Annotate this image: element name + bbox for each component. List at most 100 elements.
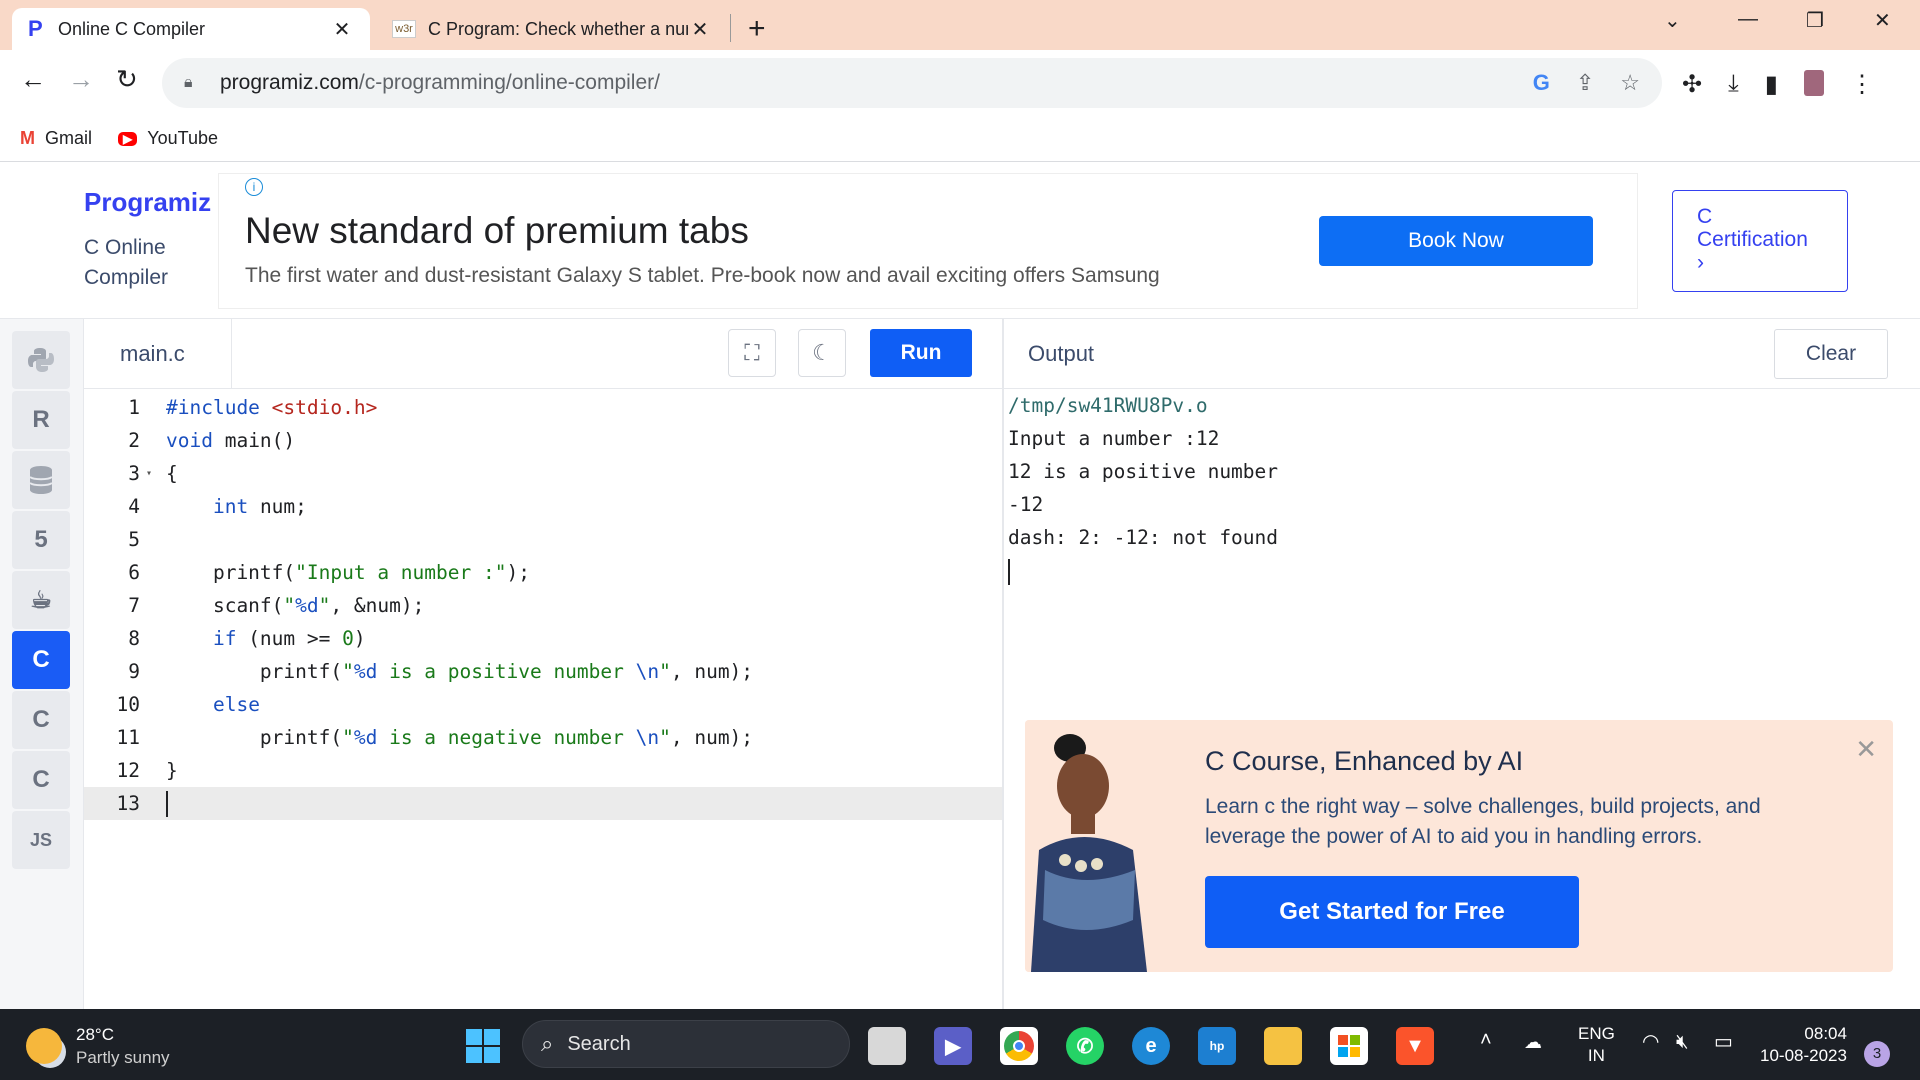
close-window-icon[interactable]: ✕ [1874, 8, 1891, 33]
extensions-icon[interactable]: ✣ [1682, 70, 1702, 99]
edge-icon[interactable]: e [1132, 1027, 1170, 1065]
bookmark-youtube[interactable]: ▶ YouTube [118, 128, 218, 149]
chrome-icon[interactable] [1000, 1027, 1038, 1065]
code-editor[interactable]: 1 #include <stdio.h> 2 void main() 3 ▾ { … [84, 391, 1002, 1009]
clear-button[interactable]: Clear [1774, 329, 1888, 379]
whatsapp-icon[interactable]: ✆ [1066, 1027, 1104, 1065]
language-sidebar: R 5 ☕︎ C C C JS [0, 319, 84, 1009]
ad-description: The first water and dust-resistant Galax… [245, 264, 1160, 287]
battery-icon[interactable]: ▭ [1714, 1031, 1733, 1053]
brave-icon[interactable]: ▼ [1396, 1027, 1434, 1065]
pane-divider[interactable] [1002, 319, 1004, 1009]
tab-title: Online C Compiler [58, 18, 206, 39]
file-explorer-icon[interactable] [1264, 1027, 1302, 1065]
tab-search-icon[interactable]: ⌄ [1664, 8, 1681, 33]
back-icon[interactable]: ← [20, 64, 46, 95]
download-icon[interactable]: ⤓ [1728, 70, 1739, 99]
notification-badge[interactable]: 3 [1864, 1041, 1890, 1067]
python-icon[interactable] [12, 331, 70, 389]
c-icon[interactable]: C [12, 631, 70, 689]
book-now-button[interactable]: Book Now [1319, 216, 1593, 266]
programiz-logo[interactable]: Programiz [84, 187, 211, 218]
forward-icon[interactable]: → [68, 64, 94, 95]
code-line: 2 void main() [84, 424, 1002, 457]
fold-arrow-icon[interactable]: ▾ [140, 468, 158, 479]
code-text [158, 790, 168, 817]
sql-icon[interactable] [12, 451, 70, 509]
url-host: programiz.com [220, 71, 359, 94]
csharp-icon[interactable]: C [12, 751, 70, 809]
temperature: 28°C [76, 1025, 114, 1044]
fullscreen-icon[interactable]: ⛶ [728, 329, 776, 377]
close-icon[interactable]: ✕ [1855, 734, 1877, 765]
myhp-icon[interactable]: hp [1198, 1027, 1236, 1065]
gmail-icon: M [20, 128, 35, 148]
line-number: 6 [128, 561, 140, 584]
site-header: Programiz C Online Compiler i New standa… [0, 163, 1920, 319]
close-tab-icon[interactable]: ✕ [330, 17, 354, 42]
line-number: 4 [128, 495, 140, 518]
new-tab-icon[interactable]: + [748, 12, 766, 46]
java-icon[interactable]: ☕︎ [12, 571, 70, 629]
wifi-icon[interactable]: ◠ [1642, 1031, 1659, 1053]
profile-avatar[interactable] [1803, 70, 1824, 96]
taskbar-search[interactable]: ⌕ Search [522, 1020, 850, 1068]
youtube-icon: ▶ [118, 131, 138, 146]
c-certification-button[interactable]: C Certification › [1672, 190, 1848, 292]
course-ad-card[interactable]: ✕ C Course, Enhanced by AI Learn c the r… [1025, 720, 1893, 972]
google-icon[interactable]: G [1533, 70, 1550, 96]
get-started-button[interactable]: Get Started for Free [1205, 876, 1579, 948]
weather-widget[interactable]: 28°C Partly sunny [26, 1023, 170, 1069]
side-panel-icon[interactable]: ▮ [1765, 70, 1778, 99]
output-title: Output [1028, 341, 1095, 366]
lang-code: ENG [1578, 1024, 1615, 1043]
line-number: 11 [116, 726, 140, 749]
line-number: 10 [116, 693, 140, 716]
html5-icon[interactable]: 5 [12, 511, 70, 569]
ad-banner[interactable]: i New standard of premium tabs The first… [218, 173, 1638, 309]
volume-muted-icon[interactable]: 🔇︎ [1676, 1031, 1689, 1053]
code-line: 9 printf("%d is a positive number \n", n… [84, 655, 1002, 688]
js-icon[interactable]: JS [12, 811, 70, 869]
restore-icon[interactable]: ❐ [1806, 8, 1824, 33]
file-tab-main-c[interactable]: main.c [84, 319, 232, 389]
reload-icon[interactable]: ↻ [116, 64, 138, 95]
chevron-up-icon[interactable]: ˄ [1480, 1029, 1492, 1051]
tab-online-c-compiler[interactable]: P Online C Compiler ✕ [12, 8, 370, 50]
ad-info-icon[interactable]: i [245, 178, 263, 196]
run-button[interactable]: Run [870, 329, 972, 377]
subtitle-line: C Online [84, 236, 166, 259]
weather-condition: Partly sunny [76, 1048, 170, 1067]
line-number: 7 [128, 594, 140, 617]
clock[interactable]: 08:04 10-08-2023 [1760, 1023, 1847, 1067]
r-icon[interactable]: R [12, 391, 70, 449]
share-icon[interactable]: ⇪ [1576, 70, 1594, 96]
dark-mode-moon-icon[interactable]: ☾ [798, 329, 846, 377]
close-tab-icon[interactable]: ✕ [688, 17, 712, 42]
task-view-icon[interactable] [868, 1027, 906, 1065]
output-line: 12 is a positive number [1008, 460, 1279, 483]
cpp-icon[interactable]: C [12, 691, 70, 749]
menu-icon[interactable]: ⋮ [1850, 70, 1874, 99]
windows-start-icon[interactable] [466, 1029, 500, 1063]
microsoft-store-icon[interactable] [1330, 1027, 1368, 1065]
line-number: 8 [128, 627, 140, 650]
output-console[interactable]: /tmp/sw41RWU8Pv.o Input a number :12 12 … [1008, 389, 1278, 587]
teams-chat-icon[interactable]: ▶ [934, 1027, 972, 1065]
address-bar[interactable]: 🔒︎ programiz.com/c-programming/online-co… [162, 58, 1662, 108]
minimize-icon[interactable]: — [1738, 8, 1758, 31]
language-indicator[interactable]: ENG IN [1578, 1023, 1615, 1067]
course-title: C Course, Enhanced by AI [1205, 746, 1524, 776]
output-line: -12 [1008, 493, 1044, 516]
lock-icon[interactable]: 🔒︎ [184, 74, 202, 92]
code-line-current[interactable]: 13 [84, 787, 1002, 820]
onedrive-icon[interactable]: ☁ [1524, 1031, 1542, 1053]
code-line: 4 int num; [84, 490, 1002, 523]
bookmark-gmail[interactable]: M Gmail [20, 128, 92, 149]
bookmark-star-icon[interactable]: ☆ [1620, 70, 1640, 96]
chevron-right-icon: › [1697, 251, 1704, 274]
tab-c-program-check[interactable]: w3r C Program: Check whether a num ✕ [376, 8, 728, 50]
code-line: 5 [84, 523, 1002, 556]
ad-headline[interactable]: New standard of premium tabs [245, 210, 749, 252]
course-description: Learn c the right way – solve challenges… [1205, 795, 1761, 848]
